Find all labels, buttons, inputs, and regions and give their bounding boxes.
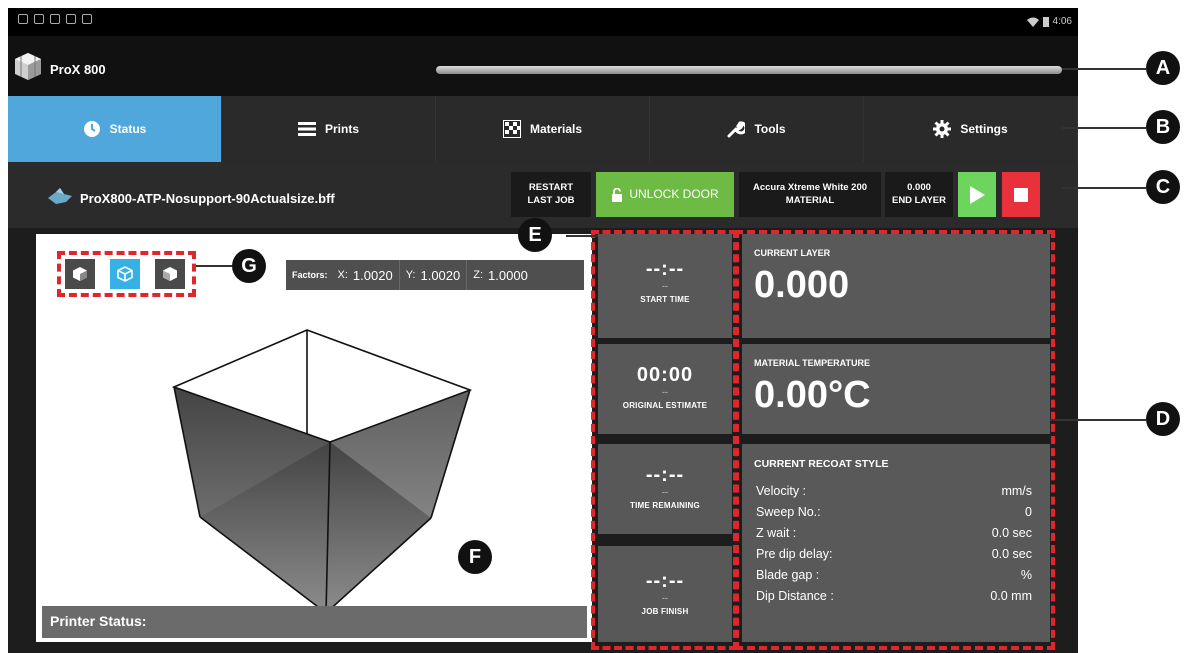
clock-icon [83, 120, 101, 138]
callout-e: E [518, 218, 552, 252]
callout-line-a [1062, 68, 1146, 70]
notification-icon [18, 14, 28, 24]
info-column-highlight [735, 230, 1055, 650]
tab-label: Tools [754, 122, 786, 136]
unlock-icon [612, 187, 623, 202]
callout-line-c [1062, 187, 1146, 189]
tab-label: Materials [529, 122, 583, 136]
callout-line-g [196, 265, 232, 267]
callout-line-b [1062, 127, 1146, 129]
wrench-icon [727, 120, 746, 138]
factor-x: X: 1.0020 [337, 267, 393, 283]
callout-b: B [1146, 110, 1180, 144]
main-tab-bar: Status Prints Materials Tools Settings [8, 96, 1078, 162]
app-title: ProX 800 [50, 62, 106, 77]
callout-c: C [1146, 170, 1180, 204]
tablet-screen: 4:06 ProX 800 Status Prints Materials To… [8, 8, 1078, 653]
materials-grid-icon [502, 120, 521, 138]
build-volume-viewer[interactable]: Factors: X: 1.0020 Y: 1.0020 Z: 1.0000 Prin… [36, 234, 592, 642]
play-button[interactable] [958, 172, 996, 217]
callout-line-d [1050, 419, 1146, 421]
callout-g: G [232, 249, 266, 283]
notification-icon [50, 14, 60, 24]
callout-d: D [1146, 402, 1180, 436]
gear-icon [933, 120, 952, 138]
notification-icon [34, 14, 44, 24]
scale-factors-bar: Factors: X: 1.0020 Y: 1.0020 Z: 1.0000 [286, 260, 584, 290]
part-file-icon [48, 188, 72, 204]
factor-z: Z: 1.0000 [466, 260, 534, 290]
end-layer-label: END LAYER [891, 194, 947, 206]
tab-label: Settings [960, 122, 1008, 136]
times-column-highlight [591, 230, 737, 650]
restart-label-line1: RESTART [528, 182, 574, 194]
tab-settings[interactable]: Settings [864, 96, 1078, 162]
stop-icon [1014, 187, 1028, 202]
printer-status-bar: Printer Status: [42, 606, 587, 638]
tab-prints[interactable]: Prints [222, 96, 436, 162]
job-filename: ProX800-ATP-Nosupport-90Actualsize.bff [80, 191, 335, 206]
app-header: ProX 800 [8, 36, 1078, 96]
callout-line-e [566, 235, 598, 237]
battery-icon [1042, 16, 1049, 27]
unlock-door-button[interactable]: UNLOCK DOOR [596, 172, 734, 217]
tab-label: Status [109, 122, 147, 136]
end-layer-button[interactable]: 0.000 END LAYER [885, 172, 953, 217]
callout-a: A [1146, 51, 1180, 85]
android-status-bar: 4:06 [8, 8, 1078, 36]
prox-logo-icon [15, 53, 41, 80]
notification-icons [18, 14, 92, 24]
wifi-icon [1026, 17, 1039, 27]
end-layer-value: 0.000 [907, 182, 931, 194]
unlock-door-label: UNLOCK DOOR [629, 186, 719, 201]
tab-tools[interactable]: Tools [650, 96, 864, 162]
notification-icon [82, 14, 92, 24]
view-buttons-highlight [57, 251, 196, 297]
job-progress-bar [436, 66, 1062, 74]
tab-label: Prints [324, 122, 359, 136]
restart-last-job-button[interactable]: RESTART LAST JOB [511, 172, 591, 217]
restart-label-line2: LAST JOB [527, 194, 575, 206]
clock-time: 4:06 [1052, 16, 1072, 27]
material-name: Accura Xtreme White 200 [752, 182, 868, 194]
stop-button[interactable] [1002, 172, 1040, 217]
callout-f: F [458, 540, 492, 574]
tab-materials[interactable]: Materials [436, 96, 650, 162]
notification-icon [66, 14, 76, 24]
factors-label: Factors: [292, 270, 328, 280]
job-toolbar: ProX800-ATP-Nosupport-90Actualsize.bff R… [8, 162, 1078, 228]
list-icon [297, 120, 316, 138]
material-label: MATERIAL [785, 194, 835, 206]
material-button[interactable]: Accura Xtreme White 200 MATERIAL [739, 172, 881, 217]
tab-status[interactable]: Status [8, 96, 222, 162]
play-icon [970, 185, 985, 204]
factor-y: Y: 1.0020 [398, 260, 467, 290]
